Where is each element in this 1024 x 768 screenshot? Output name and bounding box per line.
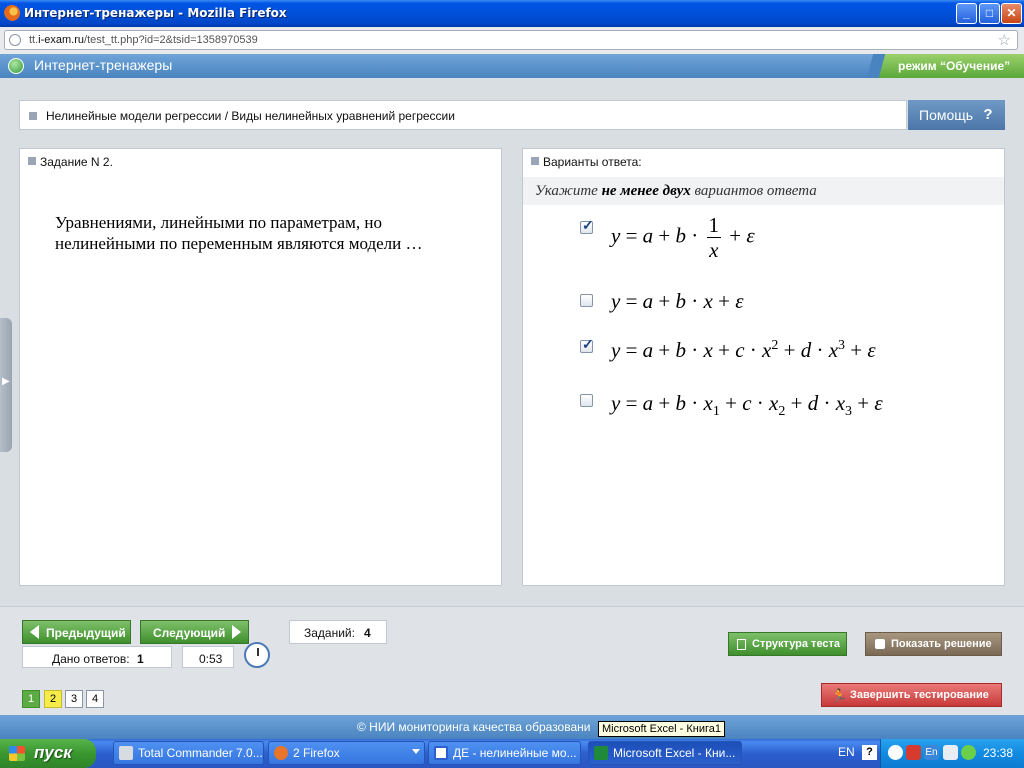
total-commander-icon <box>119 746 133 760</box>
answer-formula-2: y = a + b · x + ε <box>611 289 744 313</box>
answer-checkbox-1[interactable]: ✓ <box>580 217 594 234</box>
breadcrumb: Нелинейные модели регрессии / Виды нелин… <box>19 100 907 130</box>
page-button-3[interactable]: 3 <box>65 690 83 708</box>
answers-panel: Варианты ответа: Укажите не менее двух в… <box>522 148 1005 586</box>
answers-header: Варианты ответа: <box>523 149 1004 173</box>
help-icon[interactable]: ? <box>862 745 877 760</box>
list-icon <box>737 639 746 650</box>
task-number: Задание N 2. <box>40 155 113 169</box>
navigation-toolbar: tt.i-exam.ru/test_tt.php?id=2&tsid=13589… <box>0 27 1024 55</box>
taskbar-item-word[interactable]: ДЕ - нелинейные мо... <box>428 741 581 765</box>
maximize-button[interactable]: □ <box>979 3 1000 24</box>
page-footer: © НИИ мониторинга качества образовани <box>0 715 1024 739</box>
taskbar-tooltip: Microsoft Excel - Книга1 <box>598 721 725 737</box>
window-title-bar[interactable]: Интернет-тренажеры - Mozilla Firefox _ □… <box>0 0 1024 27</box>
arrow-right-icon <box>232 625 241 639</box>
answers-title: Варианты ответа: <box>543 155 642 169</box>
taskbar-item-firefox[interactable]: 2 Firefox <box>268 741 425 765</box>
bullet-square-icon <box>28 157 36 165</box>
next-button[interactable]: Следующий <box>140 620 249 644</box>
system-clock[interactable]: 23:38 <box>983 746 1013 760</box>
running-man-icon: 🏃 <box>831 688 848 703</box>
window-title: Интернет-тренажеры - Mozilla Firefox <box>24 6 287 20</box>
address-bar[interactable]: tt.i-exam.ru/test_tt.php?id=2&tsid=13589… <box>4 30 1018 50</box>
previous-button[interactable]: Предыдущий <box>22 620 131 644</box>
tasks-count: Заданий: 4 <box>289 620 387 644</box>
answered-count: Дано ответов: 1 <box>22 646 172 668</box>
excel-icon <box>594 746 608 760</box>
page-button-2[interactable]: 2 <box>44 690 62 708</box>
language-indicator[interactable]: EN <box>838 745 855 759</box>
antivirus-icon[interactable] <box>906 745 921 760</box>
help-button[interactable]: Помощь ? <box>908 100 1005 130</box>
answer-formula-1: y = a + b · 1x + ε <box>611 213 755 262</box>
breadcrumb-text: Нелинейные модели регрессии / Виды нелин… <box>46 109 455 123</box>
mode-badge: режим “Обучение” <box>876 54 1024 78</box>
bullet-square-icon <box>531 157 539 165</box>
task-header: Задание N 2. <box>20 149 501 173</box>
network-icon[interactable] <box>943 745 958 760</box>
close-button[interactable]: ✕ <box>1001 3 1022 24</box>
app-logo-icon <box>8 58 24 74</box>
windows-logo-icon <box>9 746 25 761</box>
taskbar-item-excel[interactable]: Microsoft Excel - Кни... <box>588 741 742 765</box>
wireless-icon[interactable] <box>961 745 976 760</box>
show-solution-button[interactable]: Показать решение <box>865 632 1002 656</box>
timer: 0:53 <box>182 646 234 668</box>
firefox-logo-icon <box>4 5 20 21</box>
app-name: Интернет-тренажеры <box>34 57 173 73</box>
answer-formula-3: y = a + b · x + c · x2 + d · x3 + ε <box>611 338 876 362</box>
back-arrow-icon[interactable] <box>888 745 903 760</box>
arrow-left-icon <box>30 625 39 639</box>
bullet-square-icon <box>29 112 37 120</box>
clock-icon <box>244 642 270 668</box>
language-bar-icon[interactable]: En <box>924 745 939 760</box>
answer-hint: Укажите не менее двух вариантов ответа <box>523 177 1004 205</box>
finish-test-button[interactable]: 🏃 Завершить тестирование <box>821 683 1002 707</box>
answer-checkbox-3[interactable]: ✓ <box>580 336 594 353</box>
help-label: Помощь <box>919 107 974 123</box>
taskbar-item-total-commander[interactable]: Total Commander 7.0... <box>113 741 264 765</box>
side-panel-toggle[interactable]: ▶ <box>0 318 12 452</box>
chevron-down-icon <box>412 749 420 754</box>
check-icon: ✓ <box>582 217 594 233</box>
word-document-icon <box>434 746 448 760</box>
page-button-1[interactable]: 1 <box>22 690 40 708</box>
check-icon: ✓ <box>582 336 594 352</box>
copyright-text: © НИИ мониторинга качества образовани <box>357 720 591 734</box>
page-button-4[interactable]: 4 <box>86 690 104 708</box>
site-identity-icon[interactable] <box>9 34 21 46</box>
answer-checkbox-2[interactable] <box>580 294 593 307</box>
answer-checkbox-4[interactable] <box>580 394 593 407</box>
start-button[interactable]: пуск <box>0 739 96 768</box>
url-text[interactable]: tt.i-exam.ru/test_tt.php?id=2&tsid=13589… <box>29 34 258 46</box>
book-icon <box>875 639 885 649</box>
firefox-icon <box>274 746 288 760</box>
expand-arrow-icon: ▶ <box>2 376 10 387</box>
test-structure-button[interactable]: Структура теста <box>728 632 847 656</box>
task-panel: Задание N 2. Уравнениями, линейными по п… <box>19 148 502 586</box>
question-text: Уравнениями, линейными по параметрам, но… <box>55 213 423 253</box>
question-icon: ? <box>983 106 993 123</box>
answer-formula-4: y = a + b · x1 + c · x2 + d · x3 + ε <box>611 391 883 420</box>
bookmark-star-icon[interactable]: ☆ <box>998 31 1011 49</box>
minimize-button[interactable]: _ <box>956 3 977 24</box>
